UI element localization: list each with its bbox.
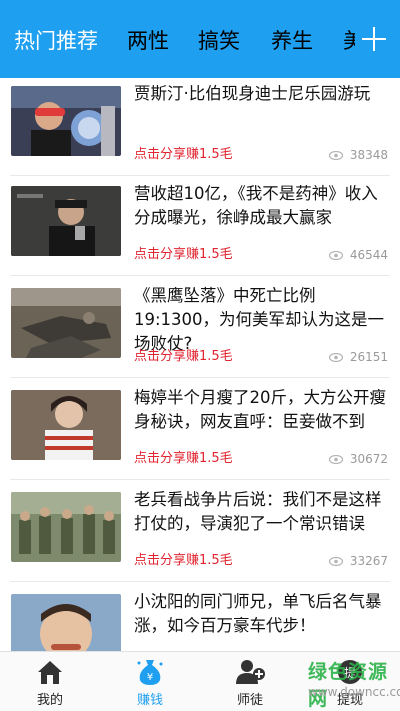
svg-text:¥: ¥ [147,672,153,683]
eye-icon [328,454,343,464]
article-title[interactable]: 小沈阳的同门师兄，单飞后名气暴涨，如今百万豪车代步！ [134,590,390,638]
share-reward-link[interactable]: 点击分享赚1.5毛 [134,549,233,568]
thumbnail-image [11,594,121,651]
plus-icon[interactable] [358,22,390,56]
news-feed[interactable]: 贾斯汀·比伯现身迪士尼乐园游玩 点击分享赚1.5毛 38348 营收超10亿，《… [0,78,400,651]
nav-label: 我的 [36,693,63,708]
article-title[interactable]: 老兵看战争片后说：我们不是这样打仗的，导演犯了一个常识错误 [134,488,390,536]
tab-health[interactable]: 养生 [271,24,313,58]
list-item[interactable]: 营收超10亿，《我不是药神》收入分成曝光，徐峥成最大赢家 点击分享赚1.5毛 4… [0,176,400,276]
watermark-text: 绿色资源网 [308,661,389,710]
add-user-icon [236,660,265,684]
list-item[interactable]: 老兵看战争片后说：我们不是这样打仗的，导演犯了一个常识错误 点击分享赚1.5毛 … [0,482,400,582]
tab-funny[interactable]: 搞笑 [198,24,240,58]
view-count-value: 33267 [349,554,388,568]
money-bag-icon: ¥ [137,660,163,685]
site-watermark: 绿色资源网 www.downcc.com [268,651,400,711]
channel-tab-bar: 热门推荐 两性 搞笑 养生 美 [0,0,400,78]
list-item[interactable]: 小沈阳的同门师兄，单飞后名气暴涨，如今百万豪车代步！ [0,584,400,651]
view-count-value: 38348 [349,148,388,162]
article-title[interactable]: 营收超10亿，《我不是药神》收入分成曝光，徐峥成最大赢家 [134,182,390,230]
share-reward-link[interactable]: 点击分享赚1.5毛 [134,243,233,262]
nav-label: 赚钱 [136,693,163,708]
share-reward-link[interactable]: 点击分享赚1.5毛 [134,447,233,466]
nav-earn[interactable]: ¥ 赚钱 [100,652,200,711]
home-icon [38,661,62,684]
list-item[interactable]: 《黑鹰坠落》中死亡比例19:1300，为何美军却认为这是一场败仗? 点击分享赚1… [0,278,400,378]
thumbnail-image [11,492,121,562]
eye-icon [328,352,343,362]
view-count: 46544 [328,248,388,262]
view-count-value: 46544 [349,248,388,262]
list-item[interactable]: 贾斯汀·比伯现身迪士尼乐园游玩 点击分享赚1.5毛 38348 [0,78,400,176]
view-count: 26151 [328,350,388,364]
article-title[interactable]: 贾斯汀·比伯现身迪士尼乐园游玩 [134,82,390,106]
tab-relationships[interactable]: 两性 [127,24,169,58]
eye-icon [328,150,343,160]
view-count-value: 30672 [349,452,388,466]
share-reward-link[interactable]: 点击分享赚1.5毛 [134,143,233,162]
view-count: 38348 [328,148,388,162]
nav-mine[interactable]: 我的 [0,652,100,711]
thumbnail-image [11,186,121,256]
eye-icon [328,250,343,260]
article-title[interactable]: 梅婷半个月瘦了20斤，大方公开瘦身秘诀，网友直呼：臣妾做不到 [134,386,390,434]
thumbnail-image [11,86,121,156]
view-count-value: 26151 [349,350,388,364]
channel-tabs: 热门推荐 两性 搞笑 养生 美 [0,24,355,58]
thumbnail-image [11,288,121,358]
view-count: 33267 [328,554,388,568]
tab-hot[interactable]: 热门推荐 [14,24,98,58]
eye-icon [328,556,343,566]
thumbnail-image [11,390,121,460]
list-item[interactable]: 梅婷半个月瘦了20斤，大方公开瘦身秘诀，网友直呼：臣妾做不到 点击分享赚1.5毛… [0,380,400,480]
share-reward-link[interactable]: 点击分享赚1.5毛 [134,345,233,364]
watermark-url: www.downcc.com [308,685,400,699]
view-count: 30672 [328,452,388,466]
app-screen: 热门推荐 两性 搞笑 养生 美 贾斯汀·比伯现身迪士尼乐园游玩 点击分享赚1.5… [0,0,400,711]
tab-beauty[interactable]: 美 [343,24,355,58]
